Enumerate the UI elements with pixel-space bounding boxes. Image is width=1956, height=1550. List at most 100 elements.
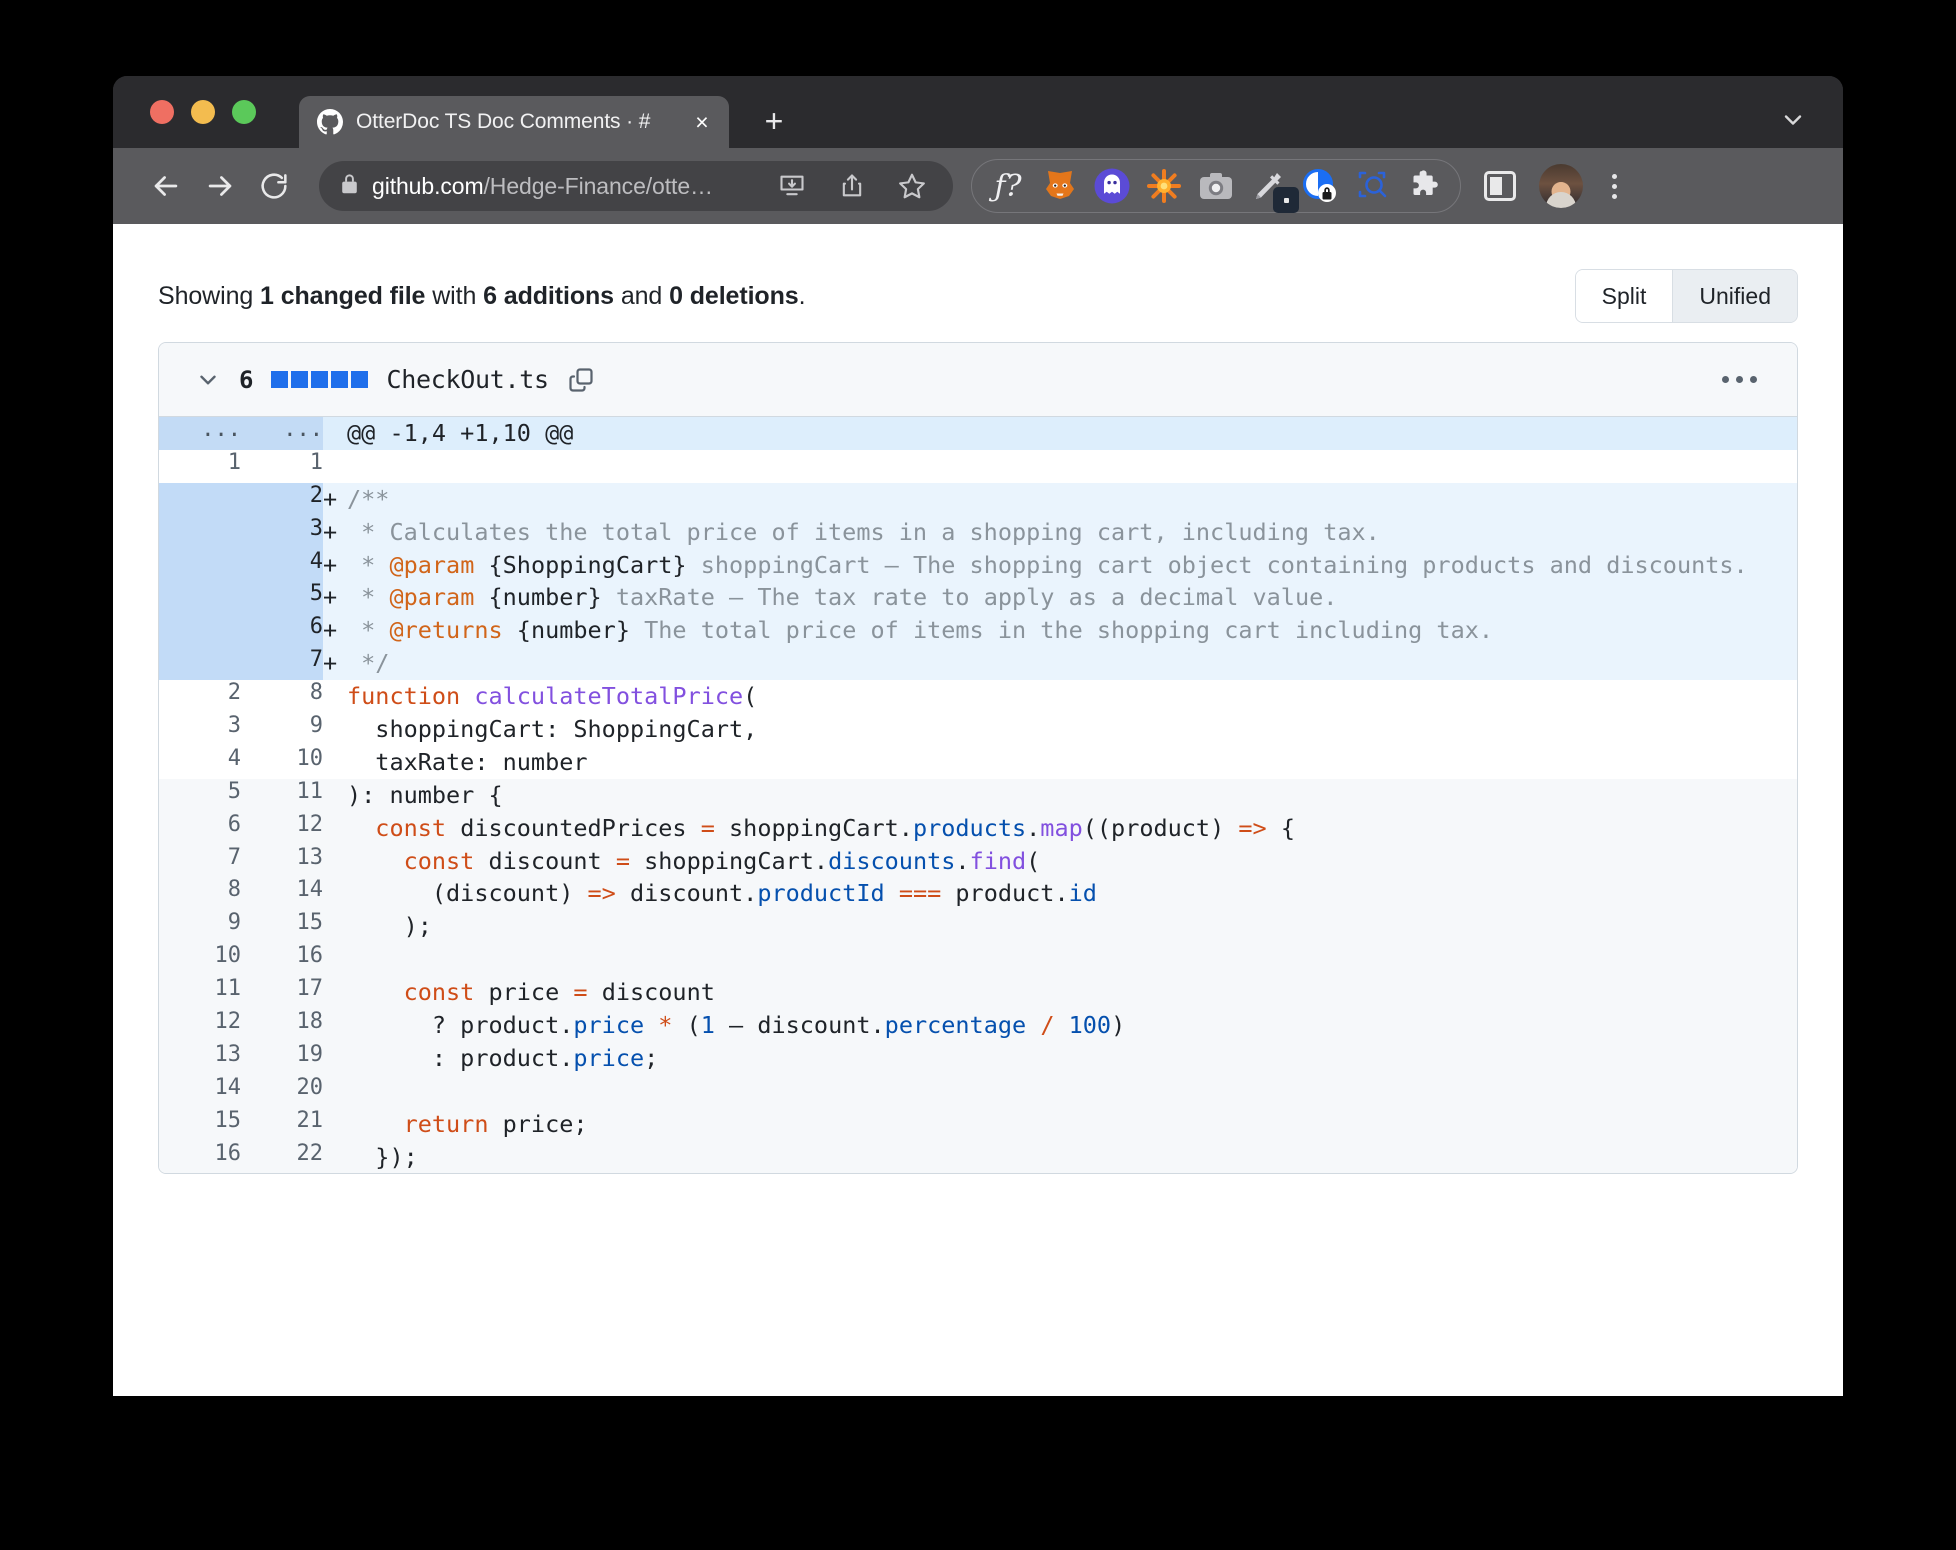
old-line-number[interactable]: 7	[159, 844, 241, 878]
close-tab-button[interactable]: ×	[689, 109, 715, 135]
diff-code-cell[interactable]: + */	[323, 647, 1797, 681]
old-line-number[interactable]: ...	[159, 417, 241, 450]
diff-code-cell[interactable]: return price;	[323, 1107, 1797, 1141]
diff-code-cell[interactable]	[323, 449, 1797, 483]
new-line-number[interactable]: ...	[241, 417, 323, 450]
close-window-button[interactable]	[150, 100, 174, 124]
new-line-number[interactable]: 3	[241, 515, 323, 549]
diff-code-cell[interactable]: function calculateTotalPrice(	[323, 680, 1797, 714]
reload-icon[interactable]	[247, 159, 301, 213]
old-line-number[interactable]: 3	[159, 713, 241, 746]
diff-code-cell[interactable]: });	[323, 1140, 1797, 1174]
old-line-number[interactable]: 5	[159, 778, 241, 812]
starburst-extension-icon[interactable]	[1142, 164, 1186, 208]
new-line-number[interactable]: 14	[241, 877, 323, 911]
copy-path-icon[interactable]	[567, 366, 595, 394]
file-options-menu[interactable]	[1722, 376, 1771, 383]
old-line-number[interactable]: 6	[159, 811, 241, 845]
screenshot-extension-icon[interactable]	[1194, 164, 1238, 208]
old-line-number[interactable]: 13	[159, 1041, 241, 1075]
new-line-number[interactable]: 16	[241, 943, 323, 977]
diff-code-cell[interactable]: @@ -1,4 +1,10 @@	[323, 417, 1797, 450]
diff-code-cell[interactable]: ? product.price * (1 — discount.percenta…	[323, 1009, 1797, 1042]
diff-code-cell[interactable]	[323, 943, 1797, 977]
forward-icon[interactable]	[193, 159, 247, 213]
minimize-window-button[interactable]	[191, 100, 215, 124]
old-line-number[interactable]: 12	[159, 1009, 241, 1042]
diff-code-cell[interactable]: + * @returns {number} The total price of…	[323, 614, 1797, 648]
new-line-number[interactable]: 15	[241, 910, 323, 944]
tab-unified-view[interactable]: Unified	[1672, 270, 1797, 322]
old-line-number[interactable]: 2	[159, 680, 241, 714]
new-line-number[interactable]: 13	[241, 844, 323, 878]
diff-code-cell[interactable]: + * Calculates the total price of items …	[323, 515, 1797, 549]
back-icon[interactable]	[139, 159, 193, 213]
diff-code-cell[interactable]	[323, 1074, 1797, 1108]
diff-code-cell[interactable]: + * @param {number} taxRate — The tax ra…	[323, 581, 1797, 615]
new-line-number[interactable]: 22	[241, 1140, 323, 1174]
tab-split-view[interactable]: Split	[1575, 270, 1673, 322]
profile-avatar[interactable]	[1539, 164, 1583, 208]
address-bar[interactable]: github.com/Hedge-Finance/otte…	[319, 161, 953, 211]
diff-code-cell[interactable]: : product.price;	[323, 1041, 1797, 1075]
new-line-number[interactable]: 12	[241, 811, 323, 845]
old-line-number[interactable]	[159, 614, 241, 648]
diff-code-cell[interactable]: const discountedPrices = shoppingCart.pr…	[323, 811, 1797, 845]
diff-code-cell[interactable]: const discount = shoppingCart.discounts.…	[323, 844, 1797, 878]
eyedropper-extension-icon[interactable]	[1246, 164, 1299, 213]
new-line-number[interactable]: 11	[241, 778, 323, 812]
new-line-number[interactable]: 5	[241, 581, 323, 615]
old-line-number[interactable]	[159, 482, 241, 516]
new-line-number[interactable]: 7	[241, 647, 323, 681]
old-line-number[interactable]: 15	[159, 1107, 241, 1141]
browser-menu-icon[interactable]	[1597, 173, 1631, 199]
new-line-number[interactable]: 2	[241, 482, 323, 516]
puzzle-extensions-icon[interactable]	[1402, 164, 1446, 208]
diff-code-cell[interactable]: (discount) => discount.productId === pro…	[323, 877, 1797, 911]
old-line-number[interactable]	[159, 647, 241, 681]
new-line-number[interactable]: 20	[241, 1074, 323, 1108]
new-line-number[interactable]: 1	[241, 449, 323, 483]
old-line-number[interactable]	[159, 515, 241, 549]
formula-extension-icon[interactable]: ƒ?	[986, 164, 1030, 208]
tab-list-chevron-icon[interactable]	[1779, 106, 1807, 134]
diff-code-cell[interactable]: shoppingCart: ShoppingCart,	[323, 713, 1797, 746]
old-line-number[interactable]: 14	[159, 1074, 241, 1108]
new-tab-button[interactable]: +	[751, 98, 797, 144]
maximize-window-button[interactable]	[232, 100, 256, 124]
file-name[interactable]: CheckOut.ts	[386, 365, 549, 394]
new-line-number[interactable]: 6	[241, 614, 323, 648]
inspect-extension-icon[interactable]	[1350, 164, 1394, 208]
new-line-number[interactable]: 18	[241, 1009, 323, 1042]
diff-code-cell[interactable]: ): number {	[323, 778, 1797, 812]
new-line-number[interactable]: 4	[241, 548, 323, 582]
sidebar-toggle-icon[interactable]	[1477, 163, 1523, 209]
diff-code-cell[interactable]: + * @param {ShoppingCart} shoppingCart —…	[323, 548, 1797, 582]
bookmark-star-icon[interactable]	[889, 163, 935, 209]
diff-code-cell[interactable]: + /**	[323, 482, 1797, 516]
new-line-number[interactable]: 10	[241, 745, 323, 779]
old-line-number[interactable]	[159, 581, 241, 615]
new-line-number[interactable]: 21	[241, 1107, 323, 1141]
chevron-down-icon[interactable]	[195, 367, 221, 393]
new-line-number[interactable]: 19	[241, 1041, 323, 1075]
new-line-number[interactable]: 8	[241, 680, 323, 714]
new-line-number[interactable]: 9	[241, 713, 323, 746]
metamask-extension-icon[interactable]	[1038, 164, 1082, 208]
old-line-number[interactable]: 8	[159, 877, 241, 911]
share-icon[interactable]	[829, 163, 875, 209]
old-line-number[interactable]: 4	[159, 745, 241, 779]
old-line-number[interactable]: 16	[159, 1140, 241, 1174]
privacy-lock-extension-icon[interactable]	[1298, 164, 1342, 208]
new-line-number[interactable]: 17	[241, 976, 323, 1010]
browser-tab[interactable]: OtterDoc TS Doc Comments · # ×	[299, 96, 729, 148]
diff-code-cell[interactable]: taxRate: number	[323, 745, 1797, 779]
old-line-number[interactable]: 10	[159, 943, 241, 977]
install-icon[interactable]	[769, 163, 815, 209]
diff-code-cell[interactable]: const price = discount	[323, 976, 1797, 1010]
old-line-number[interactable]	[159, 548, 241, 582]
old-line-number[interactable]: 9	[159, 910, 241, 944]
old-line-number[interactable]: 1	[159, 449, 241, 483]
diff-code-cell[interactable]: );	[323, 910, 1797, 944]
old-line-number[interactable]: 11	[159, 976, 241, 1010]
